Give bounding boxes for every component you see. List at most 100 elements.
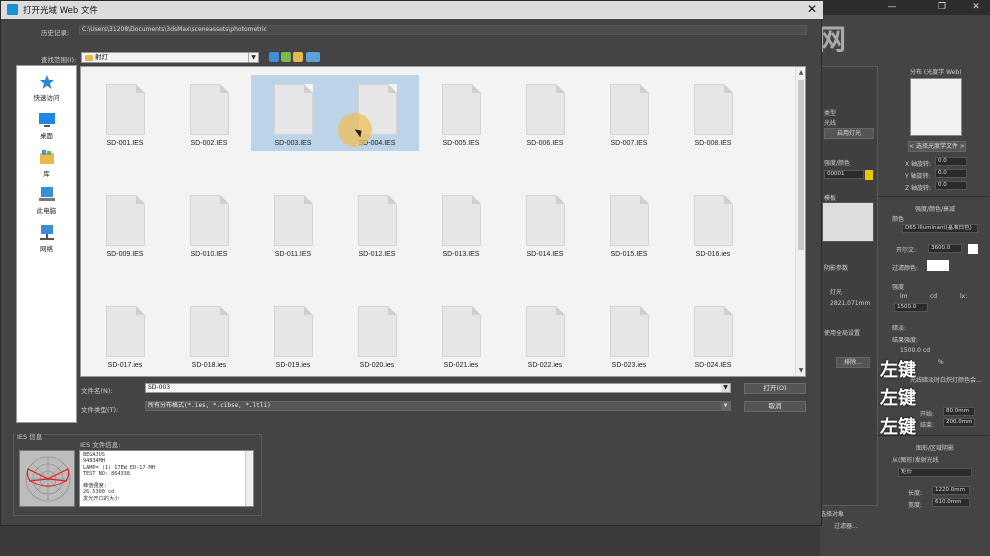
unit-lx[interactable]: lx: [960,293,967,300]
exclude-button[interactable]: 排除... [836,357,870,368]
folder-icon [85,55,93,61]
ies-info-scrollbar[interactable] [245,451,253,506]
file-item[interactable]: SD-008.IES [671,75,755,151]
unit-lm[interactable]: lm [900,293,908,300]
file-item[interactable]: SD-019.ies [251,297,335,373]
file-name: SD-013.IES [442,251,480,258]
cancel-button[interactable]: 取消 [744,401,806,412]
view-menu-icon[interactable] [306,52,320,62]
chevron-down-icon[interactable]: ▼ [721,384,730,392]
file-name: SD-012.IES [358,251,396,258]
new-folder-icon[interactable] [293,52,303,62]
history-path[interactable]: C:\Users\31208\Documents\3dsMax\sceneass… [79,25,807,35]
result-label: 结果强度: [892,337,919,344]
file-item[interactable]: SD-010.IES [167,186,251,262]
kelvin-swatch[interactable] [968,244,978,254]
file-item[interactable]: SD-003.IES [251,75,335,151]
file-item[interactable]: SD-001.IES [83,75,167,151]
scrollbar-thumb[interactable] [798,80,804,250]
file-name: SD-023.ies [611,362,647,369]
file-item[interactable]: SD-007.IES [587,75,671,151]
unit-cd[interactable]: cd [930,293,937,300]
restore-icon[interactable]: ❐ [934,1,950,13]
file-item[interactable]: SD-014.IES [503,186,587,262]
width-field[interactable]: 610.0mm [932,498,970,507]
file-item[interactable]: SD-009.IES [83,186,167,262]
chevron-down-icon[interactable]: ▼ [248,53,258,62]
close-icon[interactable]: ✕ [968,1,984,13]
length-field[interactable]: 1220.0mm [932,486,970,495]
file-name: SD-016.ies [695,251,731,258]
place-this-pc[interactable]: 此电脑 [17,186,76,215]
file-item[interactable]: SD-016.ies [671,186,755,262]
ies-file-info-label: IES 文件信息: [80,441,121,449]
result-value: 1500.0 cd [900,347,931,354]
scroll-down-icon[interactable]: ▼ [796,367,805,374]
file-item[interactable]: SD-024.IES [671,297,755,373]
light-name-field[interactable]: 00001 [824,170,864,179]
open-web-file-dialog: 打开光域 Web 文件 ✕ 历史记录: C:\Users\31208\Docum… [0,0,823,526]
place-library[interactable]: 库 [17,148,76,178]
enable-light-button[interactable]: 启用灯光 [824,128,874,139]
vertical-scrollbar[interactable]: ▲ ▼ [795,67,805,376]
filetype-select[interactable]: 所有分布格式(*.ies, *.cibse, *.ltli) ▼ [145,401,731,411]
file-item[interactable]: SD-021.ies [419,297,503,373]
file-item[interactable]: SD-015.IES [587,186,671,262]
z-rotation-field[interactable]: 0.0 [935,181,967,190]
web-preview [910,78,962,136]
up-folder-icon[interactable] [281,52,291,62]
x-rotation-field[interactable]: 0.0 [935,157,967,166]
scroll-up-icon[interactable]: ▲ [796,69,805,76]
place-desktop[interactable]: 桌面 [17,112,76,140]
close-icon[interactable]: ✕ [807,2,817,16]
file-item[interactable]: SD-006.IES [503,75,587,151]
filename-input[interactable]: SD-003 ▼ [145,383,731,393]
max-titlebar: — ❐ ✕ [820,0,990,15]
far-end-field[interactable]: 200.0mm [943,418,975,427]
back-icon[interactable] [269,52,279,62]
minimize-icon[interactable]: — [884,1,900,13]
file-item[interactable]: SD-018.ies [167,297,251,373]
file-icon [442,84,481,135]
kelvin-field[interactable]: 3600.0 [928,244,962,253]
far-start-field[interactable]: 80.0mm [943,407,975,416]
z-rotation-label: Z 轴旋转: [905,185,932,192]
open-button[interactable]: 打开(O) [744,383,806,394]
template-label: 模板 [824,195,837,202]
file-icon [694,306,733,357]
place-label: 桌面 [40,132,53,140]
shape-select[interactable]: 矩形 [898,468,972,477]
strength-field[interactable]: 1500.0 [894,303,928,312]
lookin-label: 查找范围(I): [41,56,77,64]
filetype-label: 文件类型(T): [81,406,119,414]
file-item[interactable]: SD-005.IES [419,75,503,151]
file-icon [106,306,145,357]
file-list-view[interactable]: SD-001.IES SD-002.IES SD-003.IES SD-004.IES… [80,66,806,377]
light-color-swatch[interactable] [865,170,873,180]
select-photometric-file-button[interactable]: < 选择光度学文件 > [908,141,966,152]
lookin-select[interactable]: 射灯 ▼ [81,52,259,63]
chevron-down-icon[interactable]: ▼ [721,402,730,410]
file-icon [610,195,649,246]
file-icon [106,84,145,135]
place-network[interactable]: 网络 [17,224,76,253]
filter-color-swatch[interactable] [927,260,949,271]
dim-label: 暗淡: [892,325,907,332]
template-list[interactable] [822,202,874,242]
file-icon [274,84,313,135]
file-item[interactable]: SD-022.ies [503,297,587,373]
file-item[interactable]: SD-017.ies [83,297,167,373]
illuminant-select[interactable]: D65 Illuminant(基准白色) [902,224,978,233]
file-item[interactable]: SD-012.IES [335,186,419,262]
y-rotation-field[interactable]: 0.0 [935,169,967,178]
file-name: SD-006.IES [526,140,564,147]
file-item[interactable]: SD-013.IES [419,186,503,262]
file-item[interactable]: SD-020.ies [335,297,419,373]
shadow-params-label: 阴影参数 [824,265,849,272]
file-item[interactable]: SD-002.IES [167,75,251,151]
ies-info-text[interactable]: BEGAJUS 94834MH LAMP= (1) 17EW ED-17-MH … [79,450,254,507]
place-quick-access[interactable]: 快速访问 [17,74,76,102]
file-item[interactable]: SD-023.ies [587,297,671,373]
file-item[interactable]: SD-011.IES [251,186,335,262]
file-icon [190,84,229,135]
